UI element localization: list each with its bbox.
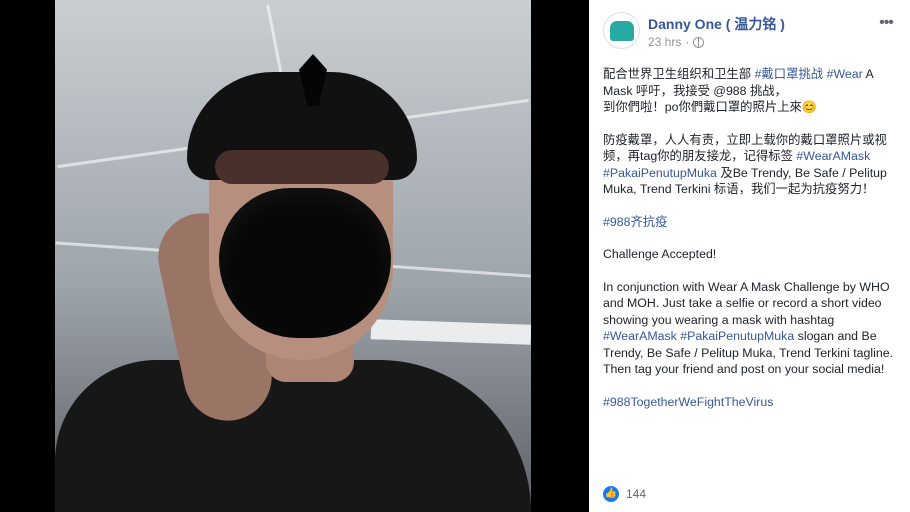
post-paragraph: In conjunction with Wear A Mask Challeng…	[603, 279, 895, 378]
post-text-segment: Challenge Accepted!	[603, 247, 717, 261]
post-text: 配合世界卫生组织和卫生部 #戴口罩挑战 #Wear A Mask 呼吁，我接受 …	[603, 66, 895, 426]
hair	[215, 150, 389, 184]
hashtag-link[interactable]: #WearAMask	[796, 149, 870, 163]
hashtag-link[interactable]: #Wear	[827, 67, 863, 81]
reactions-summary[interactable]: 👍 144	[603, 484, 646, 504]
hashtag-link[interactable]: #PakaiPenutupMuka	[603, 166, 717, 180]
post-photo[interactable]	[55, 0, 531, 512]
hashtag-link[interactable]: #戴口罩挑战	[755, 67, 824, 81]
avatar-image	[609, 20, 634, 41]
more-icon[interactable]: •••	[878, 15, 894, 31]
post-time[interactable]: 23 hrs	[648, 35, 681, 49]
globe-icon[interactable]	[693, 36, 705, 48]
post-text-segment: 到你們啦！po你們戴口罩的照片上來😊	[603, 100, 818, 114]
author-name[interactable]: Danny One ( 温力铭 )	[648, 14, 785, 34]
post-paragraph: #988齐抗疫	[603, 214, 895, 231]
ceiling-light	[370, 319, 531, 345]
hashtag-link[interactable]: #PakaiPenutupMuka	[680, 329, 794, 343]
avatar[interactable]	[603, 12, 640, 49]
post-paragraph: #988TogetherWeFightTheVirus	[603, 394, 895, 411]
hashtag-link[interactable]: #988齐抗疫	[603, 215, 668, 229]
reaction-count: 144	[626, 487, 647, 501]
post-paragraph: 配合世界卫生组织和卫生部 #戴口罩挑战 #Wear A Mask 呼吁，我接受 …	[603, 66, 895, 116]
hashtag-link[interactable]: #988TogetherWeFightTheVirus	[603, 395, 773, 409]
black-face-mask	[219, 188, 391, 338]
post-text-segment: In conjunction with Wear A Mask Challeng…	[603, 279, 890, 327]
post-text-segment: 配合世界卫生组织和卫生部	[603, 67, 755, 81]
post-paragraph: 防疫戴罩，人人有责，立即上载你的戴口罩照片或视频，再tag你的朋友接龙，记得标签…	[603, 132, 895, 198]
hashtag-link[interactable]: #WearAMask	[603, 329, 677, 343]
post-panel: Danny One ( 温力铭 ) 23 hrs · ••• 配合世界卫生组织和…	[589, 0, 910, 512]
photo-viewer	[0, 0, 589, 512]
post-paragraph: Challenge Accepted!	[603, 246, 895, 263]
post-meta: 23 hrs ·	[648, 35, 705, 49]
like-icon: 👍	[603, 486, 619, 502]
post-header: Danny One ( 温力铭 ) 23 hrs · •••	[603, 12, 896, 52]
dot-separator: ·	[685, 35, 690, 49]
black-shirt	[55, 360, 531, 512]
